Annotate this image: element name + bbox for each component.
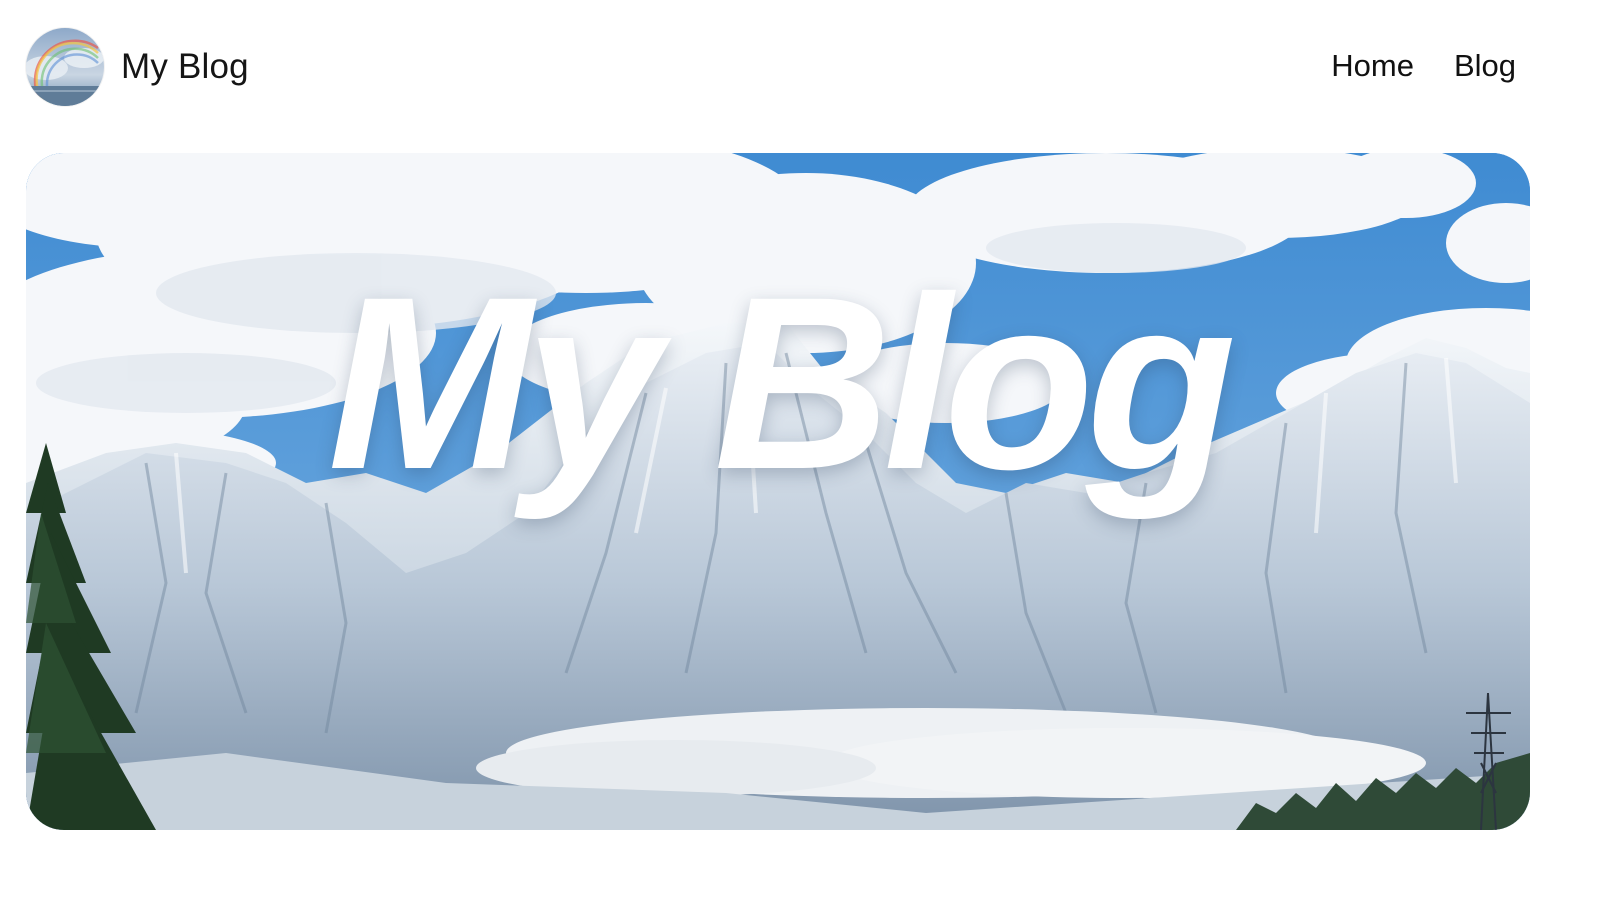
rainbow-sky-avatar-icon: [26, 28, 104, 106]
hero-title: My Blog: [327, 246, 1237, 521]
main-nav: Home Blog: [1331, 48, 1516, 84]
site-name: My Blog: [121, 47, 249, 86]
nav-blog-link[interactable]: Blog: [1454, 48, 1516, 84]
site-header: My Blog Home Blog: [26, 28, 1546, 106]
page: My Blog Home Blog My Blog: [0, 0, 1600, 900]
nav-home-link[interactable]: Home: [1331, 48, 1414, 84]
brand-link[interactable]: My Blog: [26, 28, 249, 106]
hero-banner: My Blog: [26, 153, 1530, 830]
avatar: [26, 28, 104, 106]
